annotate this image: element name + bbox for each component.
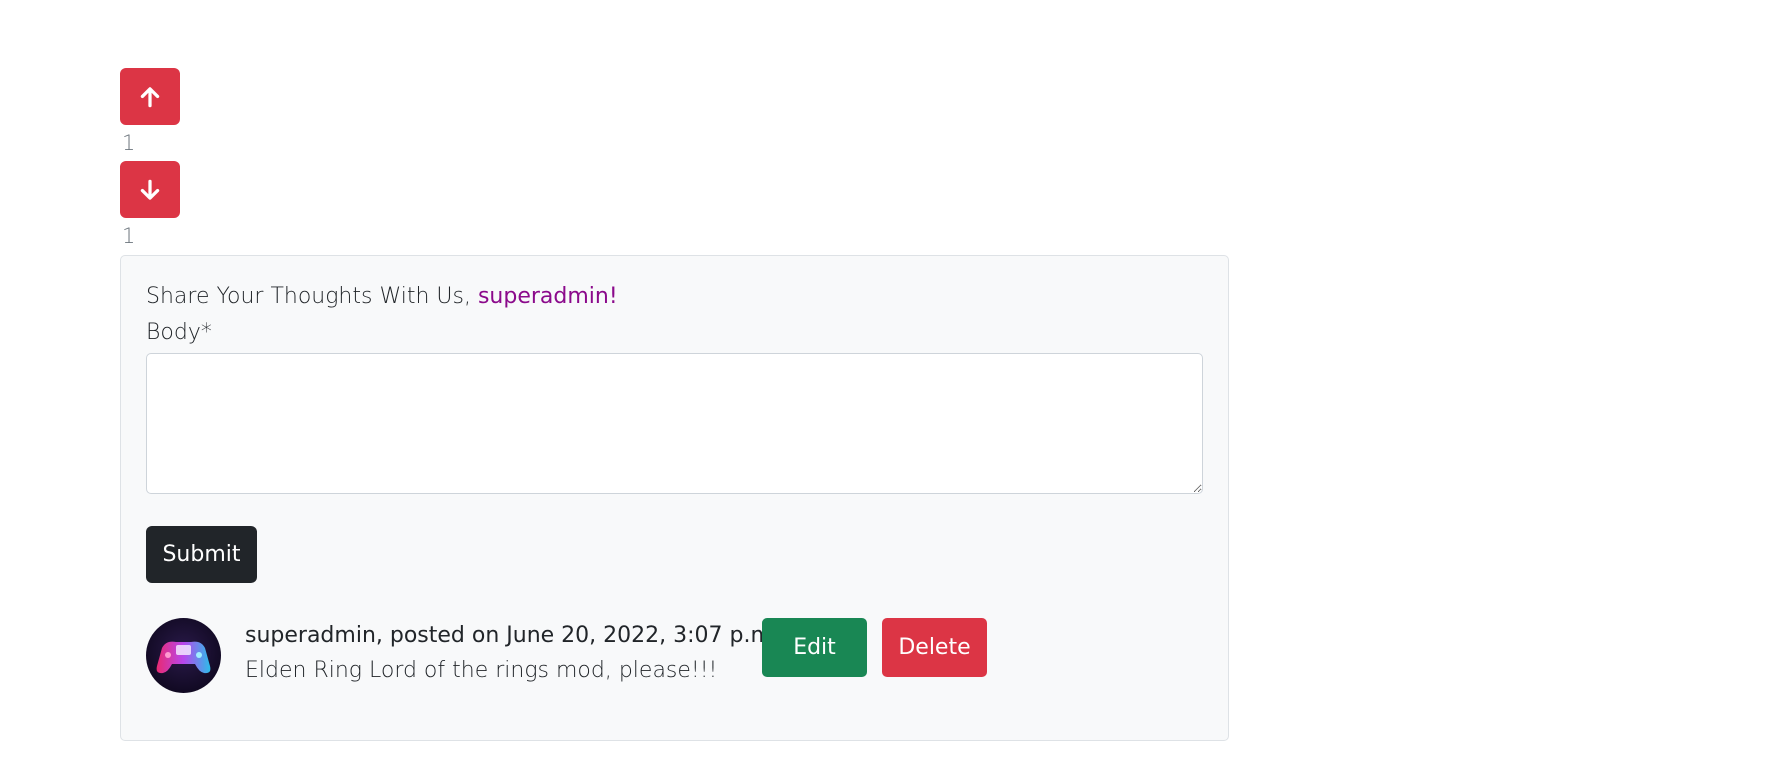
arrow-up-icon	[140, 86, 160, 107]
arrow-down-icon	[140, 179, 160, 200]
comment-prompt: Share Your Thoughts With Us, superadmin!	[146, 284, 618, 309]
comment-prompt-username: superadmin!	[477, 284, 618, 309]
downvote-count: 1	[122, 224, 136, 248]
comment-item: superadmin, posted on June 20, 2022, 3:0…	[146, 618, 1146, 698]
edit-button[interactable]: Edit	[762, 618, 867, 677]
body-label: Body*	[146, 320, 212, 345]
delete-button[interactable]: Delete	[882, 618, 987, 677]
comment-prompt-text: Share Your Thoughts With Us,	[146, 284, 478, 309]
comment-body: Elden Ring Lord of the rings mod, please…	[245, 658, 718, 683]
body-textarea[interactable]	[146, 353, 1203, 494]
downvote-button[interactable]	[120, 161, 180, 218]
avatar	[146, 618, 221, 693]
upvote-button[interactable]	[120, 68, 180, 125]
comment-card: Share Your Thoughts With Us, superadmin!…	[120, 255, 1229, 741]
upvote-count: 1	[122, 131, 136, 155]
submit-button[interactable]: Submit	[146, 526, 257, 583]
comment-meta: superadmin, posted on June 20, 2022, 3:0…	[245, 623, 779, 648]
gamepad-neon-icon	[156, 641, 211, 674]
